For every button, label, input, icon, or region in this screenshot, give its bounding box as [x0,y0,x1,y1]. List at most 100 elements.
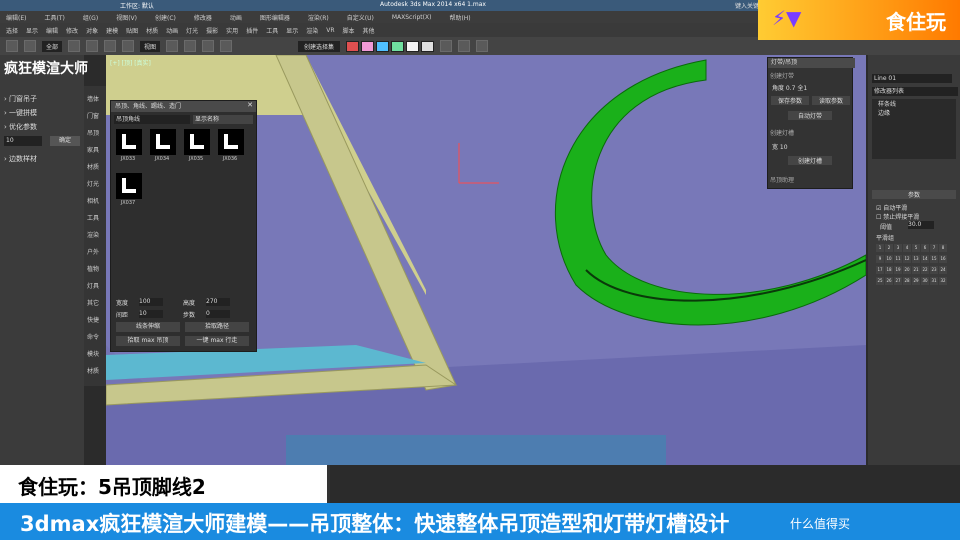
mirror-icon[interactable] [202,40,215,52]
auto-smooth-checkbox[interactable]: ☑ 自动平滑 [876,203,907,212]
align-icon[interactable] [220,40,233,52]
smoothing-group-button[interactable]: 22 [921,266,929,274]
close-icon[interactable]: ✕ [247,101,253,109]
smoothing-group-button[interactable]: 27 [894,277,902,285]
move-icon[interactable] [86,40,99,52]
color-swatch[interactable] [376,40,390,52]
smoothing-group-button[interactable]: 30 [921,277,929,285]
smoothing-group-button[interactable]: 11 [894,255,902,263]
category-item[interactable]: 材质 [87,366,99,375]
category-item[interactable]: 快捷 [87,315,99,324]
category-item[interactable]: 渲染 [87,230,99,239]
spacing-input[interactable]: 10 [139,310,163,318]
menu-item[interactable]: 工具(T) [44,13,64,22]
redo-icon[interactable] [24,40,36,52]
category-item[interactable]: 户外 [87,247,99,256]
category-item[interactable]: 命令 [87,332,99,341]
view-dropdown[interactable]: 全部 [42,40,63,52]
category-item[interactable]: 灯具 [87,281,99,290]
toolbar-tab[interactable]: 摄影 [206,26,218,35]
smoothing-group-button[interactable]: 20 [903,266,911,274]
select-icon[interactable] [68,40,81,52]
toolbar-tab[interactable]: 对象 [86,26,98,35]
smoothing-group-button[interactable]: 9 [876,255,884,263]
category-item[interactable]: 墙体 [87,94,99,103]
toolbar-tab[interactable]: 渲染 [306,26,318,35]
stack-item[interactable]: 边缘 [872,108,956,117]
profile-thumbnail[interactable] [150,129,176,155]
width-input[interactable]: 100 [139,298,163,306]
workspace-label[interactable]: 工作区: 默认 [120,1,154,10]
category-item[interactable]: 门窗 [87,111,99,120]
profile-thumbnail[interactable] [116,173,142,199]
pick-ceiling-button[interactable]: 拾取 max 吊顶 [116,336,180,346]
angle-field[interactable]: 角度 0.7 全1 [772,83,807,92]
category-item[interactable]: 工具 [87,213,99,222]
smoothing-group-button[interactable]: 28 [903,277,911,285]
toolbar-tab[interactable]: 工具 [266,26,278,35]
spinner-input[interactable]: 10 [4,136,42,146]
step-input[interactable]: 0 [206,310,230,318]
toolbar-tab[interactable]: 贴图 [126,26,138,35]
menu-item[interactable]: 视图(V) [116,13,137,22]
toolbar-tab[interactable]: 编辑 [46,26,58,35]
menu-item[interactable]: 动画 [230,13,242,22]
smoothing-group-button[interactable]: 25 [876,277,884,285]
smoothing-group-button[interactable]: 12 [903,255,911,263]
material-editor-icon[interactable] [440,40,453,52]
render-setup-icon[interactable] [458,40,471,52]
toolbar-tab[interactable]: 灯光 [186,26,198,35]
onekey-button[interactable]: 一键 max 行走 [185,336,249,346]
smoothing-group-button[interactable]: 13 [912,255,920,263]
category-item[interactable]: 模块 [87,349,99,358]
color-swatch[interactable] [421,40,435,52]
smoothing-group-button[interactable]: 1 [876,244,884,252]
viewport-label[interactable]: [+] [顶] [真实] [110,58,151,67]
snap-icon[interactable] [166,40,179,52]
toolbar-tab[interactable]: 建模 [106,26,118,35]
menu-item[interactable]: 组(G) [83,13,98,22]
color-swatch[interactable] [406,40,420,52]
angle-snap-icon[interactable] [184,40,197,52]
light-window-title[interactable]: 灯带/吊顶 [768,58,855,68]
smoothing-group-button[interactable]: 3 [894,244,902,252]
pick-path-button[interactable]: 拾取路径 [185,322,249,332]
toolbar-tab[interactable]: 选择 [6,26,18,35]
toolbar-tab[interactable]: 其他 [363,26,375,35]
profile-thumbnail[interactable] [184,129,210,155]
panel-item-onekey[interactable]: › 一键拼模 [4,108,37,118]
modifier-stack[interactable]: 样条线 边缘 [872,99,956,159]
category-item[interactable]: 灯光 [87,179,99,188]
smoothing-group-button[interactable]: 10 [885,255,893,263]
smoothing-group-button[interactable]: 4 [903,244,911,252]
smoothing-group-button[interactable]: 23 [930,266,938,274]
toolbar-tab[interactable]: 修改 [66,26,78,35]
modifier-list-dropdown[interactable]: 修改器列表 [872,87,958,96]
rotate-icon[interactable] [104,40,117,52]
smoothing-group-button[interactable]: 17 [876,266,884,274]
smoothing-group-button[interactable]: 2 [885,244,893,252]
no-weld-checkbox[interactable]: ☐ 禁止焊接平滑 [876,212,919,221]
menu-item[interactable]: 创建(C) [155,13,176,22]
auto-strip-button[interactable]: 自动灯带 [788,111,832,120]
width-field[interactable]: 宽 10 [772,142,788,151]
toolbar-tab[interactable]: VR [326,27,334,34]
category-item[interactable]: 其它 [87,298,99,307]
library-tab-names[interactable]: 显示名称 [193,115,253,124]
object-name-field[interactable]: Line 01 [872,74,952,83]
smoothing-group-button[interactable]: 14 [921,255,929,263]
smoothing-group-button[interactable]: 18 [885,266,893,274]
menu-item[interactable]: 修改器 [194,13,212,22]
menu-item[interactable]: MAXScript(X) [392,14,432,21]
profile-thumbnail[interactable] [116,129,142,155]
toolbar-tab[interactable]: 显示 [286,26,298,35]
smoothing-group-button[interactable]: 26 [885,277,893,285]
confirm-button[interactable]: 确定 [50,136,80,146]
create-trough-button[interactable]: 创建灯槽 [788,156,832,165]
undo-icon[interactable] [6,40,18,52]
menu-item[interactable]: 帮助(H) [449,13,470,22]
panel-item-doors[interactable]: › 门窗吊子 [4,94,37,104]
toolbar-tab[interactable]: 材质 [146,26,158,35]
toolbar-tab[interactable]: 插件 [246,26,258,35]
smoothing-group-button[interactable]: 19 [894,266,902,274]
